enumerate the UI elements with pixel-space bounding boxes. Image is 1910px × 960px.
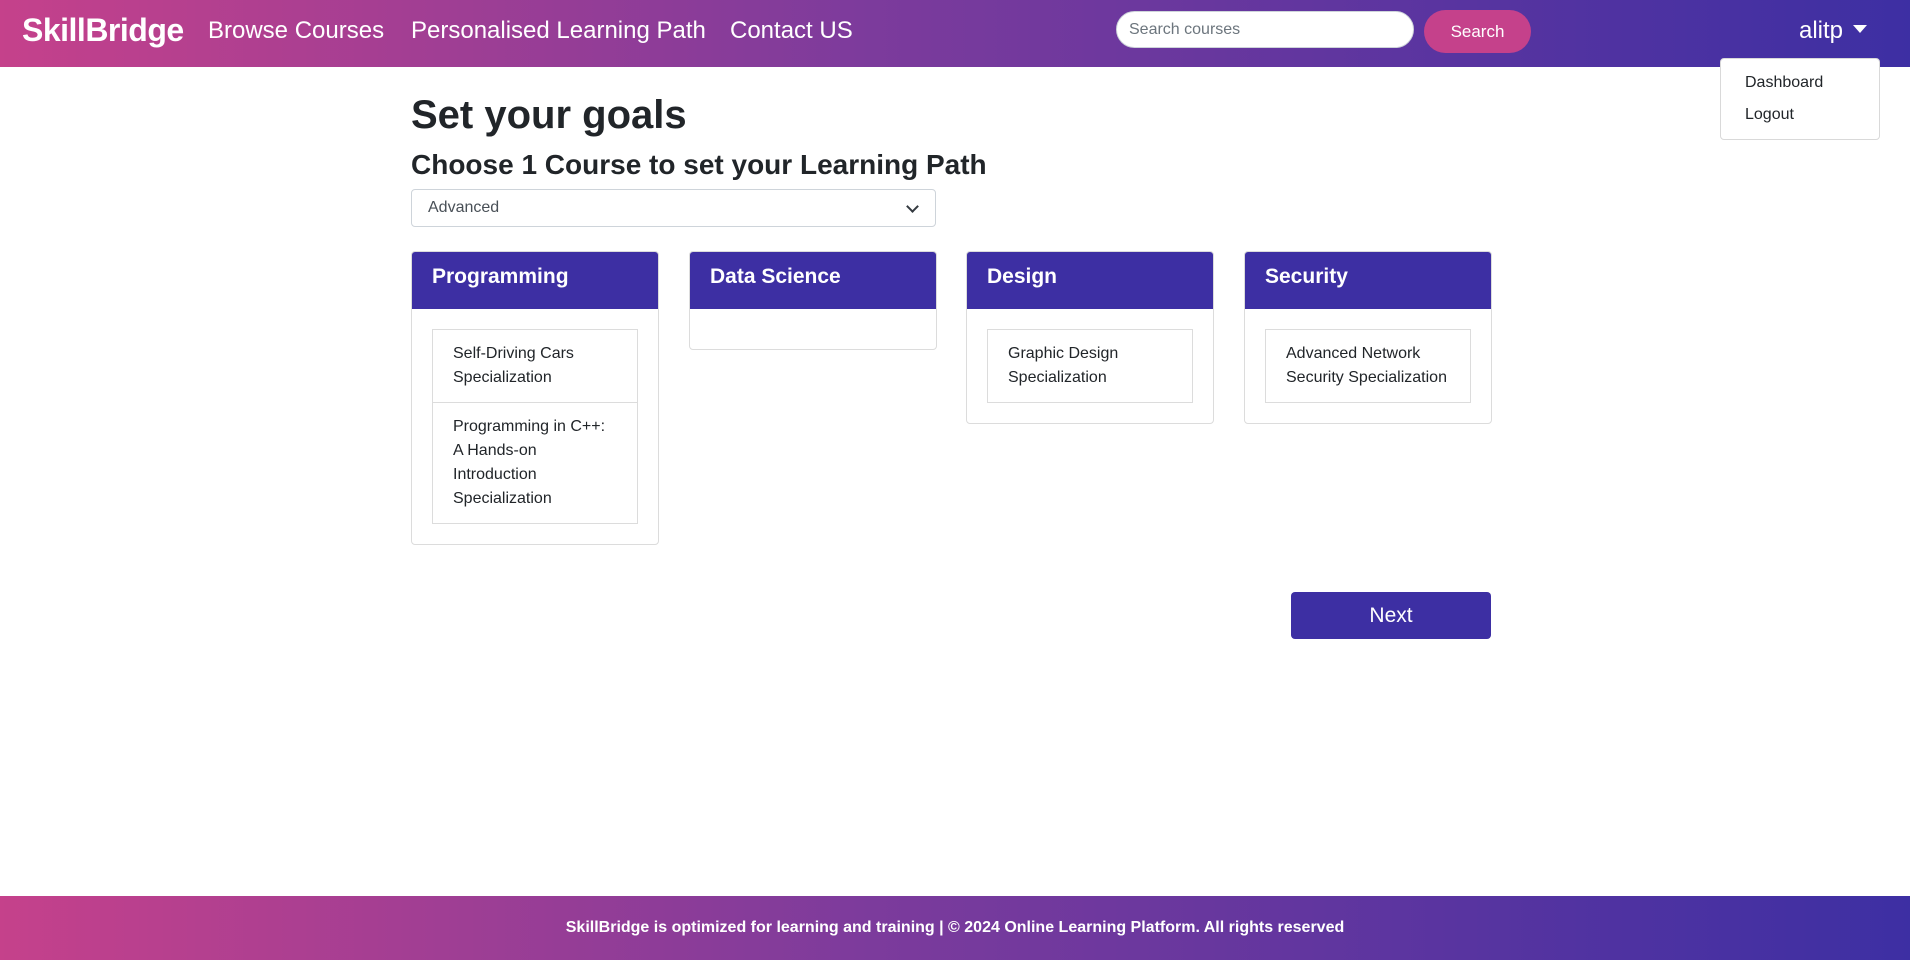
user-dropdown-menu: Dashboard Logout: [1720, 58, 1880, 140]
page-title: Set your goals: [411, 93, 687, 137]
username: alitp: [1799, 17, 1844, 44]
course-item[interactable]: Self-Driving Cars Specialization: [433, 330, 637, 402]
course-item[interactable]: Programming in C++: A Hands-on Introduct…: [433, 402, 637, 523]
category-header: Security: [1245, 252, 1491, 309]
top-navbar: SkillBridge Browse Courses Personalised …: [0, 0, 1910, 67]
category-card-design: Design Graphic Design Specialization: [966, 251, 1214, 424]
course-list: Self-Driving Cars Specialization Program…: [432, 329, 638, 524]
brand-logo[interactable]: SkillBridge: [22, 12, 184, 49]
category-card-data-science: Data Science: [689, 251, 937, 350]
nav-contact[interactable]: Contact US: [730, 17, 853, 45]
category-card-programming: Programming Self-Driving Cars Specializa…: [411, 251, 659, 545]
user-menu-toggle[interactable]: alitp: [1799, 17, 1868, 45]
next-button[interactable]: Next: [1291, 592, 1491, 639]
course-item[interactable]: Graphic Design Specialization: [988, 330, 1192, 402]
category-header: Data Science: [690, 252, 936, 309]
search-input[interactable]: [1116, 11, 1414, 48]
level-select[interactable]: Advanced: [411, 189, 936, 227]
nav-learning-path[interactable]: Personalised Learning Path: [411, 17, 706, 45]
category-header: Design: [967, 252, 1213, 309]
chevron-down-icon: [906, 199, 919, 213]
category-header: Programming: [412, 252, 658, 309]
course-list: Graphic Design Specialization: [987, 329, 1193, 403]
footer: SkillBridge is optimized for learning an…: [0, 896, 1910, 960]
page-subtitle: Choose 1 Course to set your Learning Pat…: [411, 149, 987, 180]
footer-text: SkillBridge is optimized for learning an…: [565, 919, 1345, 936]
caret-down-icon: [1853, 25, 1868, 33]
course-list: Advanced Network Security Specialization: [1265, 329, 1471, 403]
nav-browse-courses[interactable]: Browse Courses: [208, 17, 384, 45]
level-select-value: Advanced: [428, 199, 500, 216]
dropdown-item-logout[interactable]: Logout: [1745, 106, 1794, 124]
search-button[interactable]: Search: [1424, 10, 1531, 53]
dropdown-item-dashboard[interactable]: Dashboard: [1745, 74, 1823, 92]
category-card-security: Security Advanced Network Security Speci…: [1244, 251, 1492, 424]
course-item[interactable]: Advanced Network Security Specialization: [1266, 330, 1470, 402]
